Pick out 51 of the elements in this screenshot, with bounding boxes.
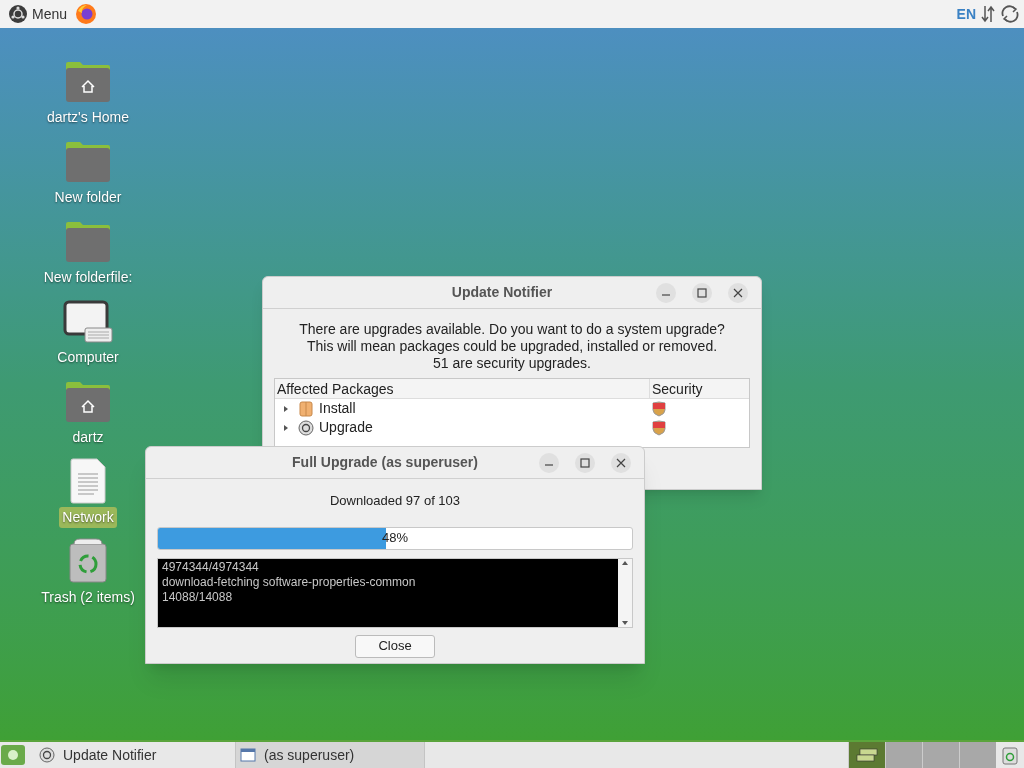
upgrade-icon [298,419,314,436]
window-title: Full Upgrade (as superuser) [291,453,479,472]
scroll-down-icon[interactable] [621,618,629,627]
log-line: 4974344/4974344 [162,559,260,575]
window-title: Update Notifier [450,283,554,302]
close-icon[interactable] [610,451,632,474]
workspace-tile[interactable] [922,742,959,768]
menu-button[interactable] [1,745,25,765]
home-folder-icon[interactable] [64,380,112,424]
folder-icon[interactable] [64,140,112,184]
package-icon [298,400,314,417]
trash-icon[interactable] [68,538,108,584]
tree-row[interactable]: Install [319,398,649,419]
shield-icon [652,419,666,436]
minimize-icon[interactable] [538,451,560,474]
taskbar-button[interactable]: (as superuser) [235,742,425,768]
log-line: download-fetching software-properties-common [162,574,417,590]
taskbar-button[interactable]: Update Notifier [35,742,225,768]
window-thumbnail-icon [856,748,878,762]
message-text: There are upgrades available. Do you want to do a system upgrade? [299,321,725,338]
log-line: 14088/14088 [162,589,234,605]
maximize-icon[interactable] [574,451,596,474]
message-text: This will mean packages could be upgraded, installed or removed. [306,338,718,355]
shield-icon [652,400,666,417]
browser-icon[interactable] [75,3,98,25]
message-text: 51 are security upgrades. [433,355,591,372]
window-icon [240,747,256,763]
column-header[interactable]: Security [650,379,749,398]
minimize-icon[interactable] [655,281,677,304]
home-folder-icon[interactable] [64,60,112,104]
upgrade-icon [39,747,55,763]
menu-button[interactable]: Menu [4,3,72,25]
column-header[interactable]: Affected Packages [275,379,650,398]
scrollbar[interactable] [618,558,632,627]
workspace-tile[interactable] [959,742,996,768]
maximize-icon[interactable] [691,281,713,304]
folder-icon[interactable] [64,220,112,264]
sync-icon[interactable] [1000,4,1020,24]
document-icon[interactable] [69,458,107,504]
network-icon[interactable] [980,4,996,24]
status-text: Downloaded 97 of 103 [328,492,462,510]
menu-icon [7,749,19,761]
workspace-tile[interactable] [848,742,885,768]
keyboard-layout-indicator[interactable]: EN [956,3,976,25]
menu-icon [8,4,28,24]
tree-row[interactable]: Upgrade [319,417,649,438]
trash-icon[interactable] [1002,745,1018,765]
computer-icon[interactable] [63,300,113,344]
workspace-tile[interactable] [885,742,922,768]
close-icon[interactable] [727,281,749,304]
close-button[interactable]: Close [355,634,435,658]
